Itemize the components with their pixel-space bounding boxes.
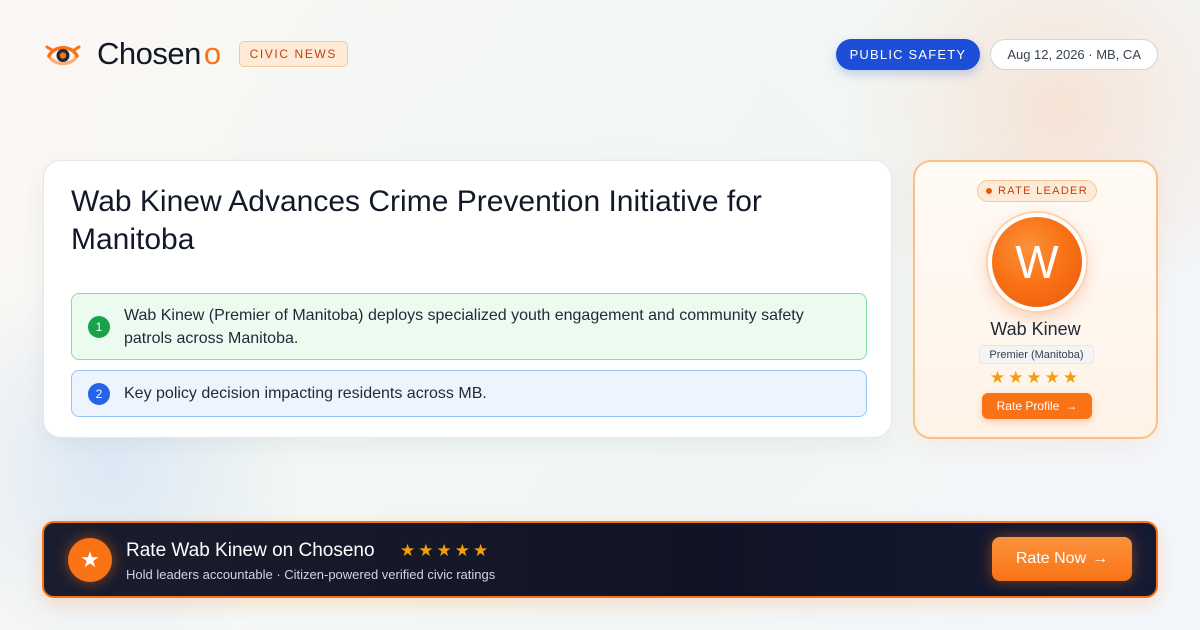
rate-now-button[interactable]: Rate Now →: [992, 537, 1132, 581]
banner-rating-stars: ★★★★★: [400, 541, 492, 560]
rate-leader-label: RATE LEADER: [998, 185, 1088, 197]
avatar[interactable]: W: [988, 213, 1086, 311]
leader-role-badge: Premier (Manitoba): [979, 345, 1094, 364]
banner-subtitle: Hold leaders accountable · Citizen-power…: [126, 567, 496, 582]
rate-cta-banner: ★ Rate Wab Kinew on Choseno ★★★★★ Hold l…: [42, 521, 1158, 598]
star-icon: ★: [68, 538, 112, 582]
brand: Choseno CIVIC NEWS: [44, 36, 348, 72]
leader-card: RATE LEADER W Wab Kinew Premier (Manitob…: [913, 160, 1158, 439]
rate-profile-button[interactable]: Rate Profile →: [982, 393, 1092, 419]
rate-profile-label: Rate Profile: [996, 399, 1060, 413]
rate-now-label: Rate Now: [1015, 550, 1087, 567]
point-number-badge: 2: [88, 382, 110, 405]
dot-icon: [986, 188, 993, 194]
key-point-2: 2 Key policy decision impacting resident…: [71, 370, 867, 417]
date-location-pill: Aug 12, 2026 · MB, CA: [990, 39, 1158, 70]
article-card: Wab Kinew Advances Crime Prevention Init…: [43, 160, 892, 438]
brand-name: Choseno: [97, 36, 221, 71]
key-point-1: 1 Wab Kinew (Premier of Manitoba) deploy…: [71, 293, 867, 360]
rating-stars: ★★★★★: [989, 368, 1082, 387]
point-text: Wab Kinew (Premier of Manitoba) deploys …: [124, 306, 804, 347]
leader-name: Wab Kinew: [990, 319, 1081, 339]
point-number-badge: 1: [88, 315, 110, 338]
point-text: Key policy decision impacting residents …: [124, 385, 487, 402]
rate-leader-badge: RATE LEADER: [977, 180, 1097, 202]
arrow-right-icon: →: [1065, 399, 1078, 413]
header-meta: PUBLIC SAFETY Aug 12, 2026 · MB, CA: [835, 39, 1158, 70]
arrow-right-icon: →: [1092, 550, 1109, 567]
eye-logo-icon: [45, 45, 81, 66]
article-headline: Wab Kinew Advances Crime Prevention Init…: [71, 185, 762, 256]
category-pill[interactable]: PUBLIC SAFETY: [835, 39, 981, 70]
section-badge: CIVIC NEWS: [238, 41, 348, 67]
banner-title: Rate Wab Kinew on Choseno: [126, 540, 375, 561]
